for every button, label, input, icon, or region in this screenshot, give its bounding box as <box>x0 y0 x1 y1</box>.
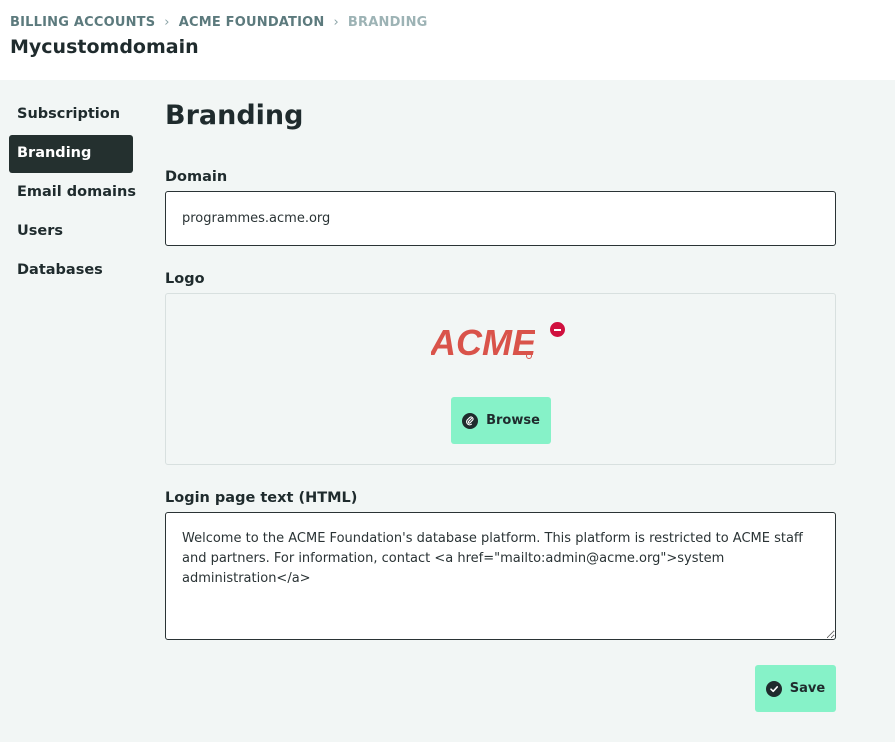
top-bar: BILLING ACCOUNTS › ACME FOUNDATION › BRA… <box>0 0 895 80</box>
remove-circle-icon[interactable] <box>550 322 565 337</box>
sidebar-item-databases[interactable]: Databases <box>9 252 133 290</box>
chevron-right-icon: › <box>164 15 170 30</box>
section-heading: Branding <box>165 100 304 131</box>
sidebar-item-branding[interactable]: Branding <box>9 135 133 173</box>
domain-input[interactable] <box>165 191 836 246</box>
domain-label: Domain <box>165 169 228 185</box>
sidebar-item-users[interactable]: Users <box>9 213 133 251</box>
sidebar-item-email-domains[interactable]: Email domains <box>9 174 136 212</box>
breadcrumb-current: BRANDING <box>347 15 428 30</box>
logo-text: ACME <box>431 323 535 363</box>
check-circle-icon <box>765 680 782 697</box>
browse-button[interactable]: Browse <box>451 397 551 444</box>
login-text-textarea[interactable]: Welcome to the ACME Foundation's databas… <box>165 512 836 640</box>
save-label: Save <box>789 681 826 696</box>
login-text-label: Login page text (HTML) <box>165 490 358 506</box>
logo-upload-area: ACME Browse <box>165 293 836 465</box>
page-title: Mycustomdomain <box>10 36 199 58</box>
breadcrumb-billing-accounts[interactable]: BILLING ACCOUNTS <box>10 15 155 30</box>
sidebar: Subscription Branding Email domains User… <box>9 96 136 291</box>
chevron-right-icon: › <box>333 15 339 30</box>
breadcrumb: BILLING ACCOUNTS › ACME FOUNDATION › BRA… <box>10 15 428 30</box>
logo-image: ACME <box>429 322 537 363</box>
save-button[interactable]: Save <box>755 665 836 712</box>
browse-label: Browse <box>486 413 540 428</box>
breadcrumb-acme-foundation[interactable]: ACME FOUNDATION <box>179 15 325 30</box>
paperclip-icon <box>462 412 479 429</box>
logo-label: Logo <box>165 271 205 287</box>
sidebar-item-subscription[interactable]: Subscription <box>9 96 133 134</box>
